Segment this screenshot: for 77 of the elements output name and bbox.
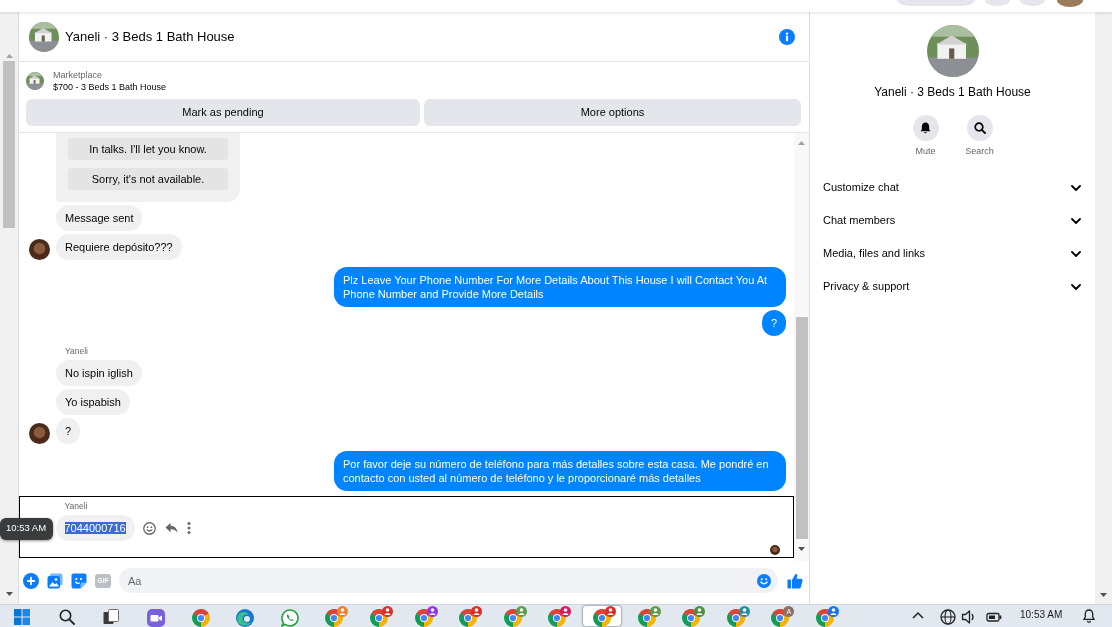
details-menu-item[interactable]: Privacy & support <box>810 270 1095 303</box>
speaker-icon[interactable] <box>961 609 977 625</box>
search-button[interactable] <box>966 115 993 141</box>
details-menu-item[interactable]: Customize chat <box>810 171 1095 204</box>
profile-photo[interactable] <box>1057 0 1083 7</box>
video-chat-icon <box>147 609 166 627</box>
details-menu-item[interactable]: Media, files and links <box>810 237 1095 270</box>
browser-icon <box>503 609 522 627</box>
browser-icon <box>637 609 656 627</box>
image-icon[interactable] <box>47 572 63 589</box>
message-bubble: ? <box>761 310 786 336</box>
browser-icon <box>191 609 210 627</box>
scrollbar-thumb[interactable] <box>3 61 15 228</box>
listing-action-button[interactable]: More options <box>424 99 801 126</box>
mute-button[interactable] <box>912 115 939 141</box>
bell-icon <box>920 122 931 134</box>
emoji-icon[interactable] <box>142 521 156 535</box>
message-input-field[interactable]: Aa <box>119 568 778 593</box>
house-photo <box>29 21 59 52</box>
browser-icon <box>726 609 745 627</box>
sticker-icon[interactable] <box>71 572 87 589</box>
message-bubble: Message sent <box>56 205 143 231</box>
taskbar-clock: 10:53 AM <box>1020 609 1064 621</box>
listing-source: Marketplace <box>53 68 104 81</box>
details-menu-item[interactable]: Chat members <box>810 204 1095 237</box>
reply-icon[interactable] <box>164 522 178 534</box>
house-photo <box>926 25 979 77</box>
message-bubble: Plz Leave Your Phone Number For More Details About This House I will Contact You At Phone Number and Provide More Details <box>334 267 786 307</box>
chevron-up-icon[interactable] <box>910 609 926 621</box>
emoji-icon[interactable] <box>757 573 771 588</box>
scroll-down-arrow[interactable] <box>798 546 805 551</box>
timestamp-tooltip: 10:53 AM <box>0 517 53 540</box>
scroll-up-arrow[interactable] <box>5 54 13 58</box>
browser-icon <box>682 609 701 627</box>
search-icon <box>58 609 75 625</box>
info-icon[interactable] <box>779 28 795 45</box>
browser-icon <box>236 609 255 627</box>
browser-icon <box>816 609 834 627</box>
task-view-icon <box>103 609 120 625</box>
more-options-icon[interactable] <box>186 522 191 534</box>
browser-icon <box>459 609 478 627</box>
scroll-down-arrow[interactable] <box>1100 593 1107 597</box>
message-bubble: ? <box>56 418 81 444</box>
phone-chat-icon <box>280 609 299 627</box>
message-bubble: Por favor deje su número de teléfono para más detalles sobre esta casa. Me pondré en contacto con usted al número de teléfono y le proporcionaré más detalles <box>334 451 786 491</box>
chat-name: Yaneli · 3 Beds 1 Bath House <box>873 85 1032 100</box>
message-bubble: No ispin iglish <box>56 360 142 386</box>
browser-icon <box>414 609 433 627</box>
thumbs-up-icon[interactable] <box>787 572 803 589</box>
message-bubble: Yo ispabish <box>56 389 130 415</box>
house-photo <box>26 72 44 90</box>
browser-icon <box>325 609 344 627</box>
action-label: Mute <box>915 146 936 157</box>
browser-icon <box>548 609 567 627</box>
quick-reply-button[interactable]: Sorry, it's not available. <box>68 168 228 190</box>
action-label: Search <box>965 146 994 157</box>
user-avatar <box>29 423 50 444</box>
user-avatar <box>29 239 50 260</box>
scroll-down-arrow[interactable] <box>5 592 13 596</box>
conversation-title: Yaneli · 3 Beds 1 Bath House <box>65 27 236 46</box>
globe-icon[interactable] <box>940 609 956 625</box>
quick-reply-button[interactable]: In talks. I'll let you know. <box>68 138 228 160</box>
scrollbar-thumb[interactable] <box>795 317 808 539</box>
add-icon[interactable] <box>23 572 39 589</box>
notification-icon[interactable] <box>1082 609 1096 623</box>
sender-name: Yaneli <box>63 501 89 511</box>
message-bubble: 7044000716 <box>55 515 135 541</box>
listing-title: $700 - 3 Beds 1 Bath House <box>53 80 167 94</box>
search-icon <box>973 122 986 134</box>
scroll-up-arrow[interactable] <box>798 141 805 145</box>
windows-icon <box>14 609 31 625</box>
browser-icon <box>370 609 389 627</box>
browser-icon <box>593 609 611 627</box>
listing-action-button[interactable]: Mark as pending <box>26 99 420 126</box>
message-bubble: Requiere depósito??? <box>56 234 182 260</box>
sender-name: Yaneli <box>64 346 89 356</box>
browser-icon <box>771 609 790 627</box>
